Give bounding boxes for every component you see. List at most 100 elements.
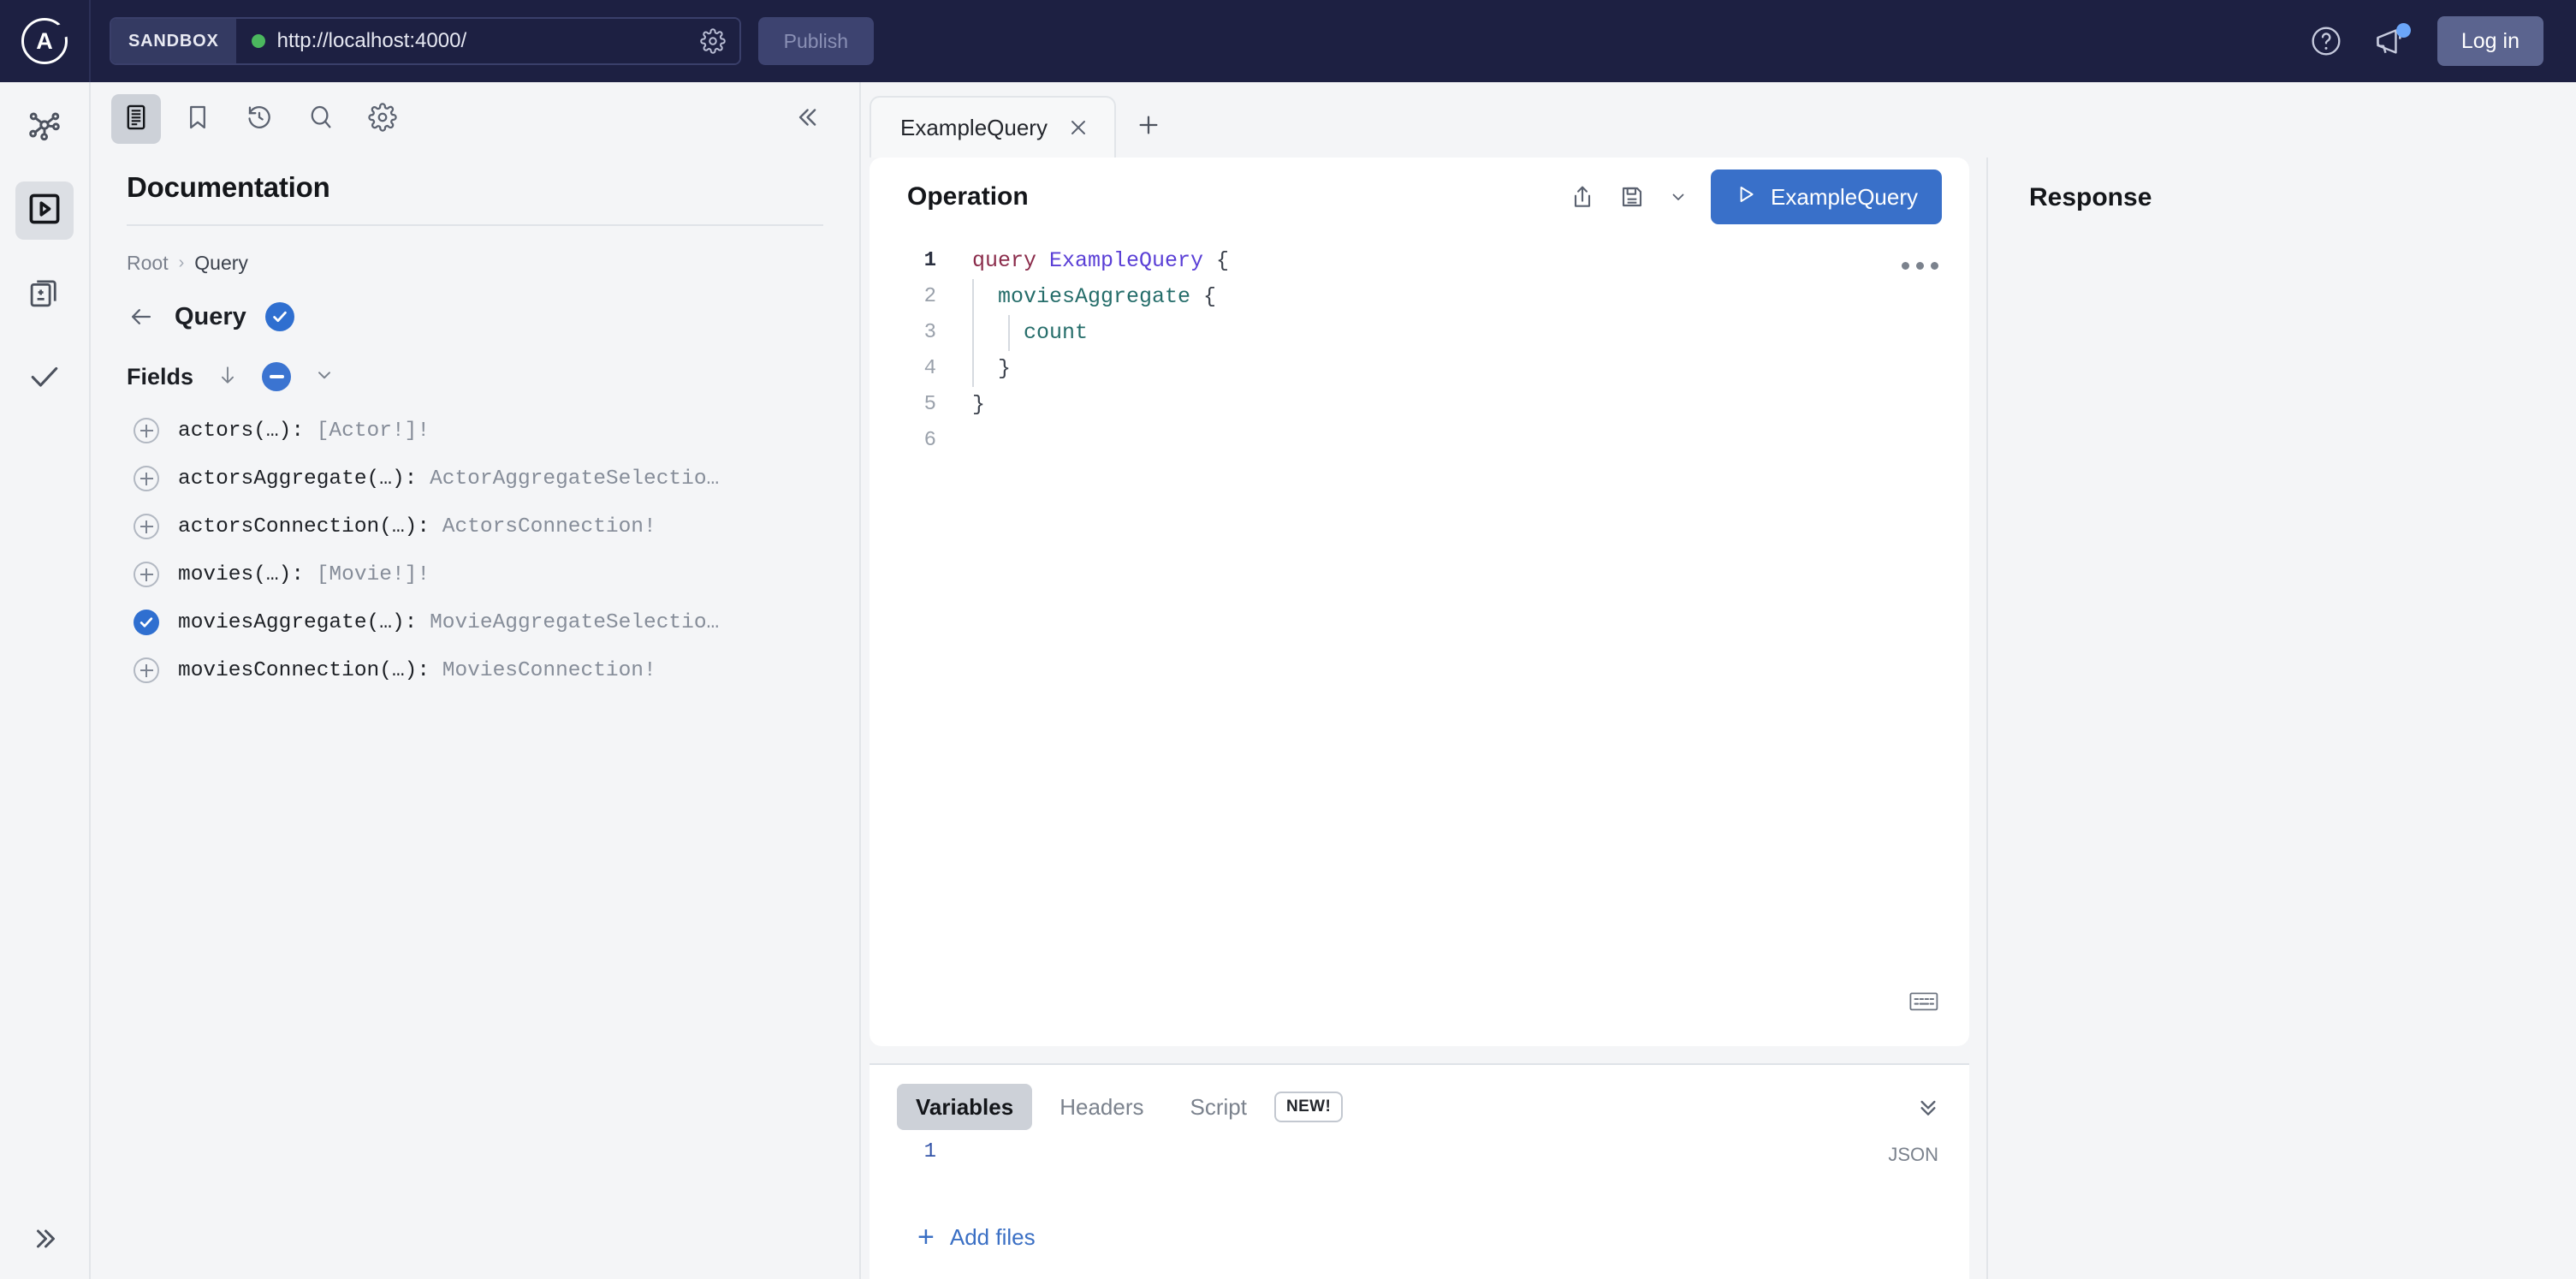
code-token: } xyxy=(972,356,1011,381)
add-files-button[interactable]: + Add files xyxy=(917,1222,1036,1252)
field-selected-check-icon[interactable] xyxy=(134,610,159,635)
breadcrumb-root[interactable]: Root xyxy=(127,252,169,275)
field-row[interactable]: actorsAggregate(…): ActorAggregateSelect… xyxy=(116,455,859,503)
field-add-plus-icon[interactable] xyxy=(134,562,159,587)
operation-tab-label: ExampleQuery xyxy=(900,115,1048,141)
apollo-logo[interactable]: A xyxy=(0,0,91,82)
endpoint-url-text[interactable]: http://localhost:4000/ xyxy=(277,29,686,53)
variables-panel: Variables Headers Script NEW! xyxy=(870,1063,1969,1279)
field-add-plus-icon[interactable] xyxy=(134,657,159,683)
editor-code[interactable]: query ExampleQuery { moviesAggregate { c… xyxy=(948,243,1969,1046)
chevron-down-icon[interactable] xyxy=(313,364,335,390)
response-title: Response xyxy=(2029,183,2576,212)
field-add-plus-icon[interactable] xyxy=(134,466,159,491)
fields-label: Fields xyxy=(127,364,193,390)
code-line: } xyxy=(972,351,1969,387)
publish-button[interactable]: Publish xyxy=(758,17,874,65)
field-type: MovieAggregateSelectio… xyxy=(430,611,719,634)
line-number: 4 xyxy=(870,351,936,387)
minus-circle-icon[interactable] xyxy=(262,362,291,391)
workspace: Operation xyxy=(861,158,2576,1279)
field-add-plus-icon[interactable] xyxy=(134,514,159,539)
run-operation-button[interactable]: ExampleQuery xyxy=(1711,170,1942,224)
operation-tab-examplequery[interactable]: ExampleQuery xyxy=(870,96,1116,158)
field-row[interactable]: actorsConnection(…): ActorsConnection! xyxy=(116,503,859,550)
field-add-plus-icon[interactable] xyxy=(134,418,159,443)
field-row[interactable]: moviesConnection(…): MoviesConnection! xyxy=(116,646,859,694)
sandbox-badge: SANDBOX xyxy=(111,19,236,63)
field-name: actorsConnection(…): xyxy=(178,515,442,538)
documentation-panel: Documentation Root › Query Query xyxy=(91,82,861,1279)
code-token: query xyxy=(972,248,1049,273)
apollo-logo-icon: A xyxy=(21,18,68,64)
rail-item-explorer[interactable] xyxy=(15,181,74,240)
sandbox-badge-label: SANDBOX xyxy=(128,32,219,51)
field-signature: moviesAggregate(…): MovieAggregateSelect… xyxy=(178,611,719,634)
keyboard-shortcuts-icon[interactable] xyxy=(1909,990,1938,1017)
field-name: actors(…): xyxy=(178,419,317,443)
tab-headers[interactable]: Headers xyxy=(1041,1084,1162,1130)
apollo-sandbox-app: A SANDBOX http://localhost:4000/ Publish xyxy=(0,0,2576,1279)
endpoint-url-field[interactable]: http://localhost:4000/ xyxy=(236,19,739,63)
rail-item-schema-diff[interactable] xyxy=(15,265,74,324)
breadcrumb-current[interactable]: Query xyxy=(194,252,248,275)
code-token: { xyxy=(1190,284,1216,309)
apollo-logo-letter: A xyxy=(36,28,53,55)
tab-script[interactable]: Script xyxy=(1171,1084,1265,1130)
docs-tab-saved-operations[interactable] xyxy=(173,94,223,144)
diff-documents-icon xyxy=(27,275,62,315)
line-number: 1 xyxy=(870,243,936,279)
script-new-badge: NEW! xyxy=(1274,1092,1343,1122)
rail-item-checks[interactable] xyxy=(15,349,74,407)
chevron-double-down-icon[interactable] xyxy=(1914,1093,1942,1121)
rail-expand-button[interactable] xyxy=(0,1223,89,1258)
main-area: ExampleQuery xyxy=(861,82,2576,1279)
save-options-chevron-down-icon[interactable] xyxy=(1668,187,1689,207)
code-line: query ExampleQuery { xyxy=(972,243,1969,279)
docs-collapse-button[interactable] xyxy=(784,94,834,144)
documentation-title: Documentation xyxy=(91,156,859,224)
field-row[interactable]: movies(…): [Movie!]! xyxy=(116,550,859,598)
line-number: 3 xyxy=(870,315,936,351)
documentation-toolbar xyxy=(91,82,859,156)
tab-variables-label: Variables xyxy=(916,1094,1013,1121)
code-line: } xyxy=(972,387,1969,423)
type-header: Query xyxy=(91,275,859,331)
field-type: ActorAggregateSelectio… xyxy=(430,467,719,491)
fields-header: Fields xyxy=(91,331,859,407)
field-name: moviesAggregate(…): xyxy=(178,611,430,634)
docs-tab-documentation[interactable] xyxy=(111,94,161,144)
graph-icon xyxy=(26,106,63,148)
login-button[interactable]: Log in xyxy=(2437,16,2543,66)
field-row[interactable]: moviesAggregate(…): MovieAggregateSelect… xyxy=(116,598,859,646)
field-signature: moviesConnection(…): MoviesConnection! xyxy=(178,659,656,682)
endpoint-settings-gear-icon[interactable] xyxy=(698,27,727,56)
docs-tab-history[interactable] xyxy=(234,94,284,144)
type-selected-check-icon[interactable] xyxy=(265,302,294,331)
editor-more-ellipsis-icon[interactable] xyxy=(1902,262,1938,270)
help-question-circle-icon[interactable] xyxy=(2309,24,2343,58)
share-upload-icon[interactable] xyxy=(1569,183,1596,211)
field-row[interactable]: actors(…): [Actor!]! xyxy=(116,407,859,455)
variables-editor[interactable]: 1 JSON + Add files xyxy=(870,1130,1969,1279)
megaphone-announcements-icon[interactable] xyxy=(2372,24,2408,58)
save-disk-icon[interactable] xyxy=(1618,183,1646,211)
new-tab-button[interactable] xyxy=(1116,96,1181,158)
operation-actions: ExampleQuery xyxy=(1569,170,1942,224)
operation-card: Operation xyxy=(870,158,1969,1046)
rail-item-schema-graph[interactable] xyxy=(15,98,74,156)
line-number: 2 xyxy=(870,279,936,315)
back-arrow-icon[interactable] xyxy=(127,302,156,331)
docs-tab-search[interactable] xyxy=(296,94,346,144)
graphql-editor[interactable]: 123456 query ExampleQuery { moviesAggreg… xyxy=(870,236,1969,1046)
field-type: MoviesConnection! xyxy=(442,659,656,682)
operation-title: Operation xyxy=(907,182,1029,211)
fields-list: actors(…): [Actor!]!actorsAggregate(…): … xyxy=(91,407,859,694)
bookmark-icon xyxy=(183,103,212,136)
search-icon xyxy=(306,103,335,136)
tab-variables[interactable]: Variables xyxy=(897,1084,1032,1130)
close-icon[interactable] xyxy=(1066,116,1090,140)
tab-script-label: Script xyxy=(1190,1094,1246,1121)
docs-tab-settings[interactable] xyxy=(358,94,407,144)
arrow-down-icon[interactable] xyxy=(216,363,240,391)
